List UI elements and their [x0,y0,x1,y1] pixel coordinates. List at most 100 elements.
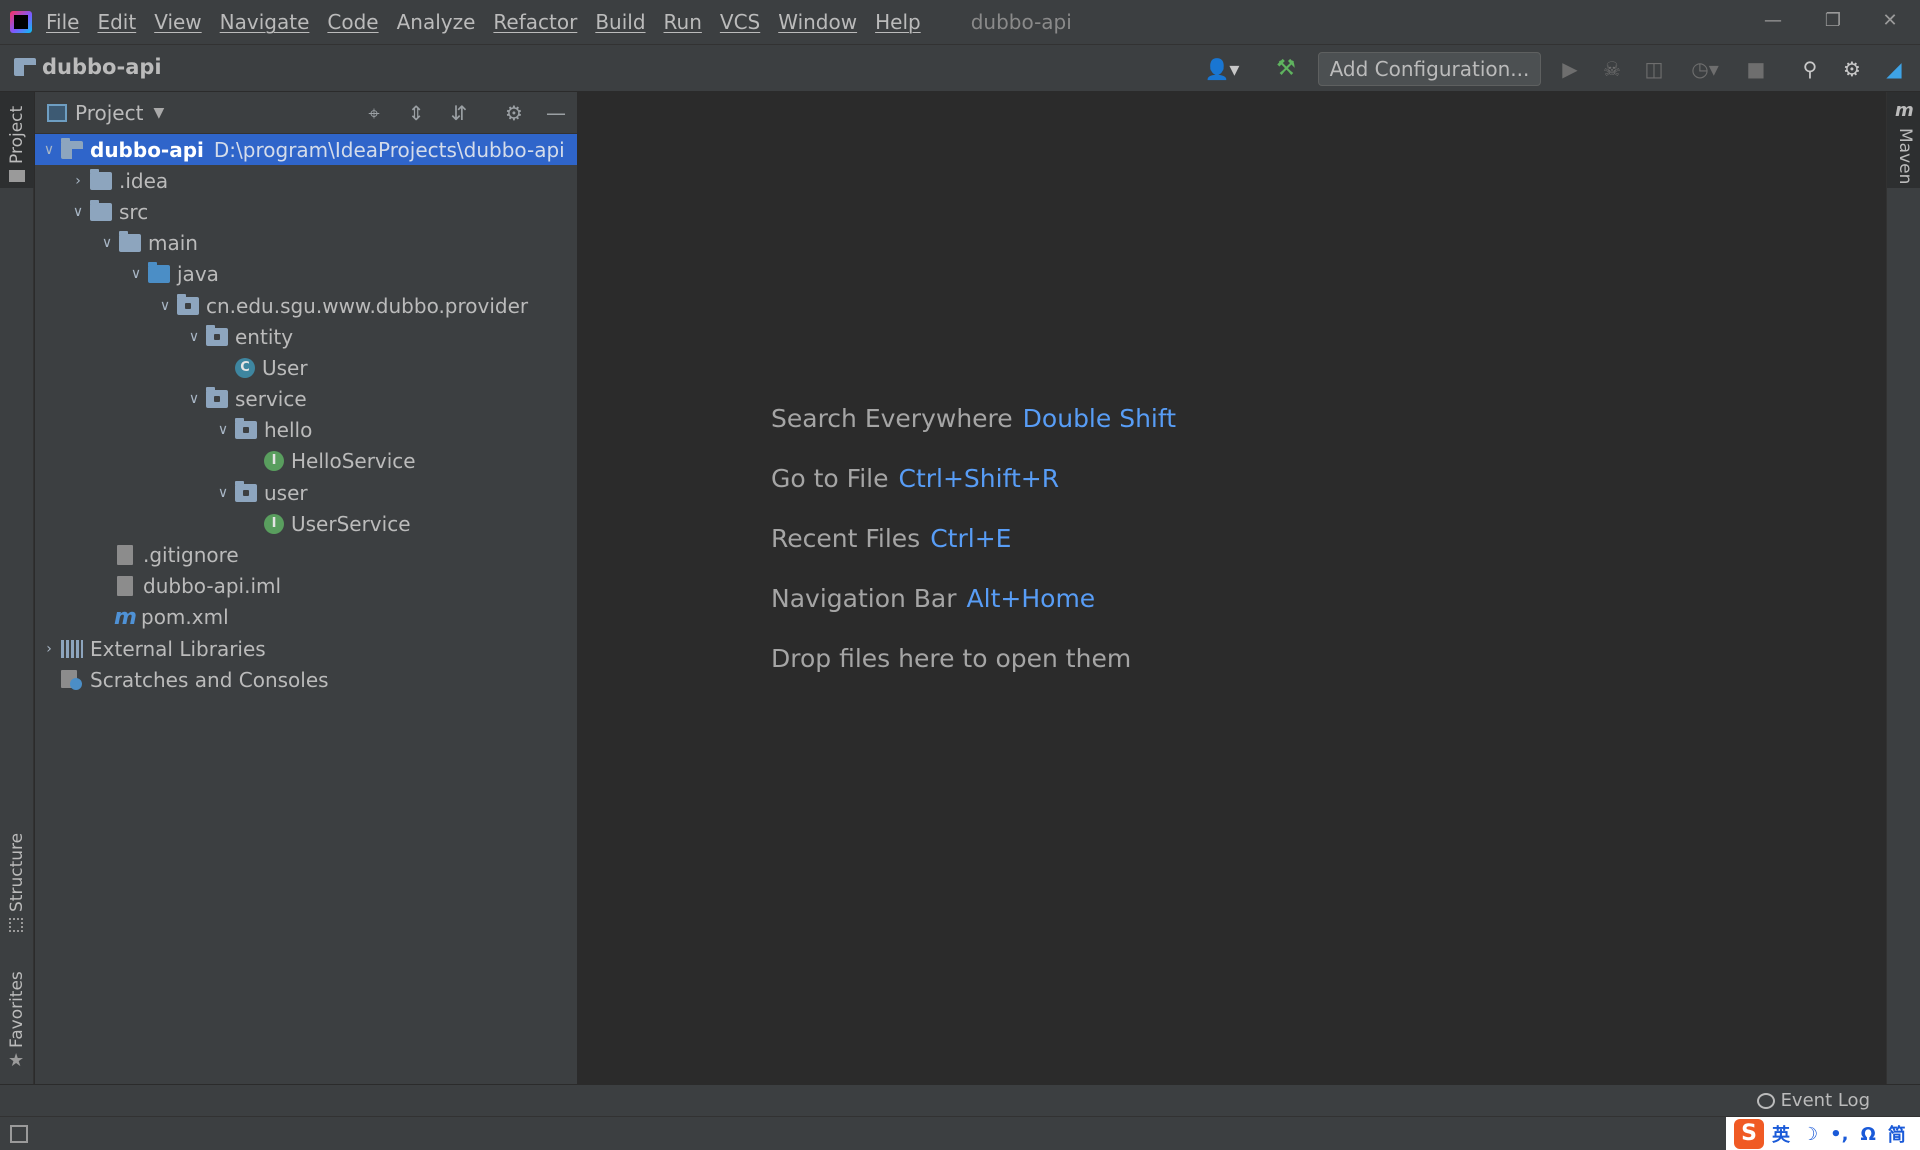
expand-all-icon[interactable]: ⇕ [403,100,429,126]
add-configuration-button[interactable]: Add Configuration... [1318,52,1541,86]
maven-tab-label: Maven [1895,128,1915,185]
tree-row-java[interactable]: ∨ java [35,259,577,290]
ime-simplified[interactable]: 简 [1888,1121,1906,1147]
right-tool-stripe: m Maven [1886,92,1920,1084]
expanded-chevron-icon[interactable]: ∨ [37,142,61,158]
menu-edit[interactable]: Edit [97,10,136,34]
ime-omega-icon[interactable]: Ω [1860,1124,1875,1145]
libraries-icon [61,639,83,658]
expanded-chevron-icon[interactable]: ∨ [211,485,235,501]
menu-view[interactable]: View [154,10,201,34]
tree-item-label: HelloService [291,449,416,474]
profile-dropdown-icon[interactable]: ◷▾ [1680,55,1730,83]
collapsed-chevron-icon[interactable]: › [66,173,90,189]
ime-toolbar[interactable]: S 英 ☽ •, Ω 简 [1726,1117,1920,1150]
hint-label: Recent Files [771,524,921,553]
coverage-icon[interactable]: ◫ [1640,55,1668,83]
menu-file[interactable]: File [46,10,79,34]
tree-row-idea[interactable]: › .idea [35,165,577,196]
minimize-icon[interactable]: — [1753,6,1793,36]
tree-row-hello-service[interactable]: I HelloService [35,446,577,477]
tree-row-service[interactable]: ∨ service [35,384,577,415]
hint-label: Navigation Bar [771,584,957,613]
structure-tool-tab[interactable]: Structure [0,828,34,936]
tree-row-scratches[interactable]: Scratches and Consoles [35,664,577,695]
tree-row-user-service[interactable]: I UserService [35,508,577,539]
tree-row-pom[interactable]: m pom.xml [35,602,577,633]
expanded-chevron-icon[interactable]: ∨ [95,235,119,251]
left-tool-stripe: Project Structure Favorites ★ [0,92,34,1084]
menu-vcs[interactable]: VCS [720,10,760,34]
search-icon[interactable]: ⚲ [1796,55,1824,83]
hint-label: Search Everywhere [771,404,1013,433]
maven-tool-tab[interactable]: m Maven [1887,92,1920,188]
hint-label: Drop files here to open them [771,644,1132,673]
tree-item-label: .gitignore [143,543,239,568]
ime-moon-icon[interactable]: ☽ [1802,1124,1818,1145]
menu-refactor[interactable]: Refactor [493,10,577,34]
locate-file-icon[interactable]: ⌖ [361,100,387,126]
hint-search-everywhere: Search Everywhere Double Shift [771,404,1176,433]
close-icon[interactable]: ✕ [1870,6,1910,36]
expanded-chevron-icon[interactable]: ∨ [211,422,235,438]
expanded-chevron-icon[interactable]: ∨ [182,329,206,345]
build-hammer-icon[interactable]: ⚒ [1272,55,1300,83]
menu-analyze[interactable]: Analyze [397,10,476,34]
structure-icon [9,918,23,932]
user-dropdown-icon[interactable]: 👤▾ [1200,55,1244,83]
menu-bar: File Edit View Navigate Code Analyze Ref… [0,0,1920,44]
expanded-chevron-icon[interactable]: ∨ [124,266,148,282]
restore-icon[interactable]: ❐ [1813,6,1853,36]
tree-row-dubbo-api[interactable]: ∨ dubbo-api D:\program\IdeaProjects\dubb… [35,134,577,166]
toggle-tool-windows-icon[interactable] [10,1125,28,1143]
tree-row-external-libraries[interactable]: › External Libraries [35,633,577,664]
tree-row-main[interactable]: ∨ main [35,228,577,259]
tree-item-label: UserService [291,511,411,536]
collapse-all-icon[interactable]: ⇵ [446,100,472,126]
ime-punctuation-icon[interactable]: •, [1830,1124,1848,1145]
event-log-button[interactable]: Event Log [1756,1090,1870,1111]
tree-row-user-package[interactable]: ∨ user [35,477,577,508]
debug-icon[interactable]: ☠ [1598,55,1626,83]
menu-run[interactable]: Run [664,10,702,34]
module-folder-icon [14,58,36,76]
menu-code[interactable]: Code [327,10,378,34]
menu-navigate[interactable]: Navigate [220,10,310,34]
tree-row-package-provider[interactable]: ∨ cn.edu.sgu.www.dubbo.provider [35,290,577,321]
package-icon [235,418,257,440]
event-log-label: Event Log [1780,1090,1870,1111]
editor-empty-area[interactable]: Search Everywhere Double Shift Go to File… [579,92,1886,1084]
project-tool-tab[interactable]: Project [0,92,34,188]
stop-icon[interactable]: ■ [1742,55,1770,83]
tree-row-src[interactable]: ∨ src [35,196,577,227]
tree-row-entity[interactable]: ∨ entity [35,321,577,352]
tree-item-label: cn.edu.sgu.www.dubbo.provider [206,293,529,318]
intellij-logo-icon [10,11,32,33]
tree-item-label: java [177,262,219,287]
expanded-chevron-icon[interactable]: ∨ [66,204,90,220]
chevron-down-icon[interactable]: ▼ [153,105,164,121]
menu-help[interactable]: Help [875,10,921,34]
package-icon [177,293,199,315]
favorites-tool-tab[interactable]: Favorites ★ [0,958,34,1078]
expanded-chevron-icon[interactable]: ∨ [182,391,206,407]
hint-shortcut: Ctrl+Shift+R [898,464,1060,493]
menu-window[interactable]: Window [778,10,857,34]
toolbox-icon[interactable]: ◢ [1880,55,1908,83]
tree-row-hello[interactable]: ∨ hello [35,415,577,446]
project-view-selector[interactable]: Project [75,101,143,125]
breadcrumb-project-name: dubbo-api [42,55,162,79]
ime-language[interactable]: 英 [1772,1121,1790,1147]
tree-row-user-class[interactable]: C User [35,352,577,383]
hide-panel-icon[interactable]: — [543,100,569,126]
collapsed-chevron-icon[interactable]: › [37,641,61,657]
status-bar: S 英 ☽ •, Ω 简 [0,1116,1920,1150]
settings-gear-icon[interactable]: ⚙ [1838,55,1866,83]
tree-row-iml[interactable]: dubbo-api.iml [35,571,577,602]
tree-row-gitignore[interactable]: .gitignore [35,539,577,570]
menu-build[interactable]: Build [595,10,645,34]
panel-settings-gear-icon[interactable]: ⚙ [501,100,527,126]
breadcrumb[interactable]: dubbo-api [14,55,162,79]
run-icon[interactable]: ▶ [1556,55,1584,83]
expanded-chevron-icon[interactable]: ∨ [153,298,177,314]
